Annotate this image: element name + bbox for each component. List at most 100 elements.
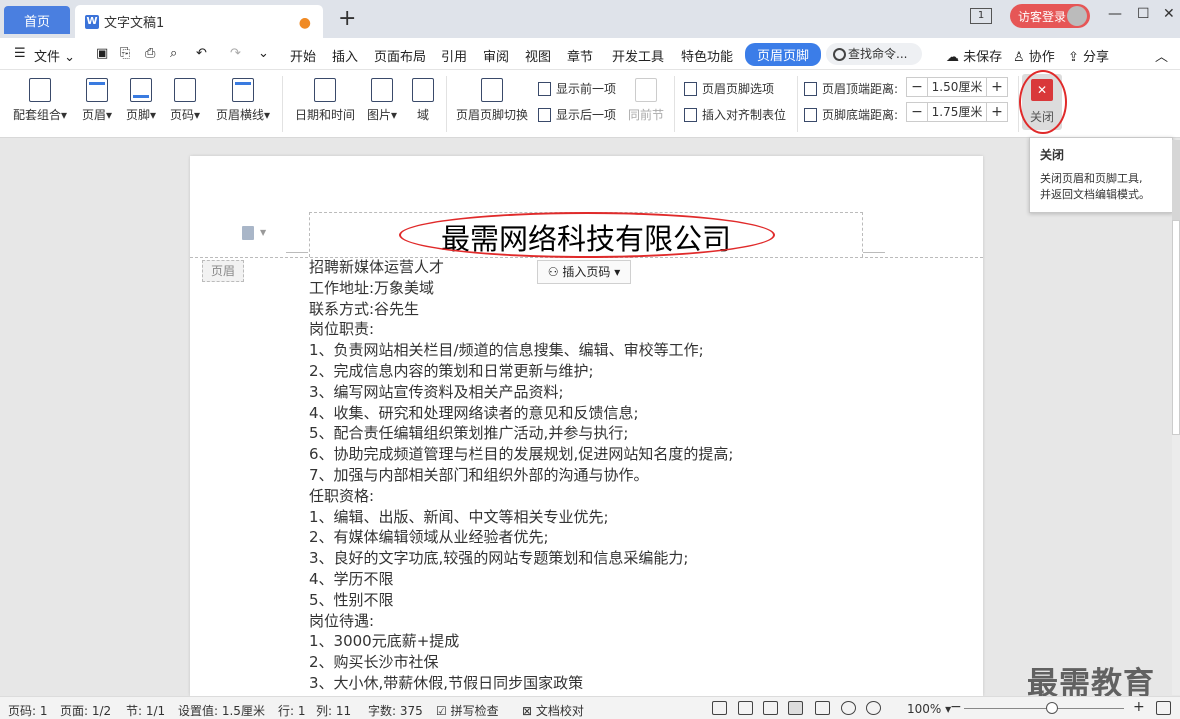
- header-footer-switch-button[interactable]: 页眉页脚切换: [454, 78, 530, 123]
- status-section[interactable]: 节: 1/1: [126, 702, 165, 719]
- footer-distance-decrease[interactable]: −: [906, 102, 928, 122]
- proofread-button[interactable]: ⊠ 文档校对: [522, 702, 584, 719]
- combo-button[interactable]: 配套组合▾: [10, 78, 70, 123]
- collaborate-button[interactable]: ♙ 协作: [1013, 46, 1055, 65]
- minimize-button[interactable]: —: [1108, 6, 1122, 22]
- preview-icon[interactable]: ⌕: [170, 46, 177, 61]
- document-line[interactable]: 4、学历不限: [309, 569, 969, 590]
- file-menu[interactable]: 文件 ⌄: [34, 46, 75, 65]
- menu-developer[interactable]: 开发工具: [612, 46, 664, 65]
- scrollbar-track-upper[interactable]: [1172, 140, 1180, 220]
- zoom-out-button[interactable]: −: [950, 699, 962, 715]
- document-line[interactable]: 工作地址:万象美域: [309, 278, 969, 299]
- document-line[interactable]: 1、负责网站相关栏目/频道的信息搜集、编辑、审校等工作;: [309, 340, 969, 361]
- footer-bottom-distance-stepper[interactable]: − 1.75厘米 +: [906, 102, 1008, 122]
- vertical-scrollbar[interactable]: [1172, 140, 1180, 695]
- menu-reference[interactable]: 引用: [441, 46, 467, 65]
- header-options-icon[interactable]: [242, 226, 254, 240]
- document-body[interactable]: 招聘新媒体运营人才 工作地址:万象美域 联系方式:谷先生 岗位职责: 1、负责网站相关栏…: [309, 257, 969, 694]
- menu-view[interactable]: 视图: [525, 46, 551, 65]
- visitor-login-button[interactable]: 访客登录: [1010, 4, 1090, 28]
- menu-chapter[interactable]: 章节: [567, 46, 593, 65]
- datetime-button[interactable]: 日期和时间: [292, 78, 358, 123]
- print-icon[interactable]: ⎙: [145, 46, 155, 61]
- tab-home[interactable]: 首页: [4, 6, 70, 34]
- footer-distance-increase[interactable]: +: [986, 102, 1008, 122]
- insert-page-number-button[interactable]: ⚇ 插入页码 ▾: [537, 260, 631, 284]
- show-previous-button[interactable]: 显示前一项: [538, 80, 616, 97]
- document-line[interactable]: 2、有媒体编辑领域从业经验者优先;: [309, 527, 969, 548]
- zoom-slider[interactable]: [964, 708, 1124, 709]
- new-tab-button[interactable]: +: [338, 8, 356, 30]
- share-button[interactable]: ⇪ 分享: [1068, 46, 1109, 65]
- same-as-previous-button[interactable]: 同前节: [626, 78, 666, 123]
- save-icon[interactable]: ▣: [96, 46, 108, 61]
- eye-protection-icon[interactable]: [866, 701, 881, 715]
- footer-distance-value[interactable]: 1.75厘米: [928, 102, 986, 122]
- document-line[interactable]: 3、编写网站宣传资料及相关产品资料;: [309, 382, 969, 403]
- fullscreen-icon[interactable]: [712, 701, 727, 715]
- close-window-button[interactable]: ✕: [1163, 6, 1175, 22]
- document-line[interactable]: 联系方式:谷先生: [309, 299, 969, 320]
- header-top-distance-stepper[interactable]: − 1.50厘米 +: [906, 77, 1008, 97]
- footer-button[interactable]: 页脚▾: [122, 78, 160, 123]
- document-line[interactable]: 5、性别不限: [309, 590, 969, 611]
- field-button[interactable]: 域: [408, 78, 438, 123]
- document-line[interactable]: 2、完成信息内容的策划和日常更新与维护;: [309, 361, 969, 382]
- header-button[interactable]: 页眉▾: [78, 78, 116, 123]
- document-line[interactable]: 岗位职责:: [309, 319, 969, 340]
- quick-access-dropdown-icon[interactable]: ⌄: [258, 46, 269, 61]
- status-words[interactable]: 字数: 375: [368, 702, 423, 719]
- tab-document[interactable]: W 文字文稿1 ●: [75, 5, 323, 38]
- document-line[interactable]: 3、良好的文字功底,较强的网站专题策划和信息采编能力;: [309, 548, 969, 569]
- document-line[interactable]: 2、购买长沙市社保: [309, 652, 969, 673]
- document-line[interactable]: 7、加强与内部相关部门和组织外部的沟通与协作。: [309, 465, 969, 486]
- document-line[interactable]: 1、编辑、出版、新闻、中文等相关专业优先;: [309, 507, 969, 528]
- fit-window-icon[interactable]: [1156, 701, 1171, 715]
- status-col[interactable]: 列: 11: [316, 702, 351, 719]
- spell-check-toggle[interactable]: ☑ 拼写检查: [436, 702, 499, 719]
- export-icon[interactable]: ⎘: [120, 46, 130, 61]
- document-line[interactable]: 6、协助完成频道管理与栏目的发展规划,促进网站知名度的提高;: [309, 444, 969, 465]
- document-line[interactable]: 1、3000元底薪+提成: [309, 631, 969, 652]
- document-line[interactable]: 任职资格:: [309, 486, 969, 507]
- header-distance-value[interactable]: 1.50厘米: [928, 77, 986, 97]
- document-line[interactable]: 5、配合责任编辑组织策划推广活动,并参与执行;: [309, 423, 969, 444]
- read-mode-icon[interactable]: [738, 701, 753, 715]
- zoom-level[interactable]: 100% ▾: [907, 702, 951, 716]
- chevron-down-icon[interactable]: ▼: [260, 228, 266, 237]
- show-next-button[interactable]: 显示后一项: [538, 106, 616, 123]
- hamburger-icon[interactable]: ☰: [14, 46, 26, 61]
- unsaved-button[interactable]: ☁ 未保存: [946, 46, 1002, 65]
- document-line[interactable]: 岗位待遇:: [309, 611, 969, 632]
- document-page[interactable]: ▼ 最需网络科技有限公司 页眉 招聘新媒体运营人才 工作地址:万象美域 联系方式:谷…: [190, 156, 983, 696]
- maximize-button[interactable]: ☐: [1137, 6, 1150, 22]
- menu-start[interactable]: 开始: [290, 46, 316, 65]
- header-distance-increase[interactable]: +: [986, 77, 1008, 97]
- web-view-icon[interactable]: [841, 701, 856, 715]
- command-search[interactable]: 查找命令...: [826, 43, 922, 65]
- picture-button[interactable]: 图片▾: [362, 78, 402, 123]
- menu-page-layout[interactable]: 页面布局: [374, 46, 426, 65]
- page-number-button[interactable]: 页码▾: [166, 78, 204, 123]
- status-row[interactable]: 行: 1: [278, 702, 306, 719]
- menu-header-footer[interactable]: 页眉页脚: [745, 43, 822, 66]
- document-line[interactable]: 4、收集、研究和处理网络读者的意见和反馈信息;: [309, 403, 969, 424]
- status-setting[interactable]: 设置值: 1.5厘米: [178, 702, 265, 719]
- menu-review[interactable]: 审阅: [483, 46, 509, 65]
- insert-align-tab-button[interactable]: 插入对齐制表位: [684, 106, 786, 123]
- header-line-button[interactable]: 页眉横线▾: [212, 78, 274, 123]
- outline-view-icon[interactable]: [815, 701, 830, 715]
- document-line[interactable]: 3、大小休,带薪休假,节假日同步国家政策: [309, 673, 969, 694]
- menu-insert[interactable]: 插入: [332, 46, 358, 65]
- status-pages[interactable]: 页面: 1/2: [60, 702, 111, 719]
- document-line[interactable]: 招聘新媒体运营人才: [309, 257, 969, 278]
- zoom-in-button[interactable]: +: [1133, 699, 1145, 715]
- collapse-ribbon-icon[interactable]: ︿: [1155, 46, 1168, 65]
- side-panel-tab[interactable]: [1172, 220, 1180, 435]
- menu-special[interactable]: 特色功能: [681, 46, 733, 65]
- page-view-icon[interactable]: [788, 701, 803, 715]
- redo-icon[interactable]: ↷: [230, 46, 241, 61]
- header-distance-decrease[interactable]: −: [906, 77, 928, 97]
- undo-icon[interactable]: ↶: [196, 46, 207, 61]
